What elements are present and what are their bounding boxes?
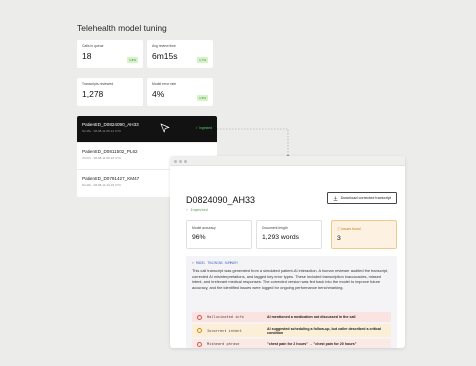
issue-type: Incorrect intent [207, 328, 242, 333]
stat-value: 1,293 words [262, 234, 300, 241]
issue-type: Misheard phrase [207, 342, 240, 346]
window-title-bar [170, 156, 405, 166]
summary-label: > MODEL TRAINING SUMMARY [192, 261, 239, 265]
stat-issues-found[interactable]: ⓘ Issues found 3 [331, 220, 397, 249]
window-dot[interactable] [184, 159, 187, 163]
issue-row-incorrect-intent[interactable]: Incorrect intent AI suggested scheduling… [192, 324, 391, 337]
issue-description: AI mentioned a medication not discussed … [267, 315, 356, 319]
window-dot[interactable] [179, 159, 182, 163]
transcript-detail-window: D0824090_AH33 ✓ Ingested Download correc… [170, 156, 405, 348]
training-summary-panel: > MODEL TRAINING SUMMARY This call trans… [186, 256, 397, 348]
stat-document-length: Document length 1,293 words [256, 220, 322, 249]
issue-type: Hallucinated info [207, 315, 244, 319]
download-label: Download corrected transcript [340, 196, 391, 200]
stat-label: Document length [262, 226, 288, 230]
issue-description: AI suggested scheduling a follow-up, but… [267, 326, 382, 335]
download-icon [333, 196, 337, 201]
stat-value: 96% [192, 234, 206, 241]
issue-row-hallucinated-info[interactable]: Hallucinated info AI mentioned a medicat… [192, 312, 391, 322]
stat-value: 3 [337, 235, 341, 242]
issue-icon [197, 314, 202, 320]
detail-status: ✓ Ingested [186, 208, 208, 212]
stat-label: ⓘ Issues found [337, 227, 361, 231]
issues-label-text: Issues found [341, 227, 361, 231]
issue-icon [197, 328, 202, 333]
download-button[interactable]: Download corrected transcript [326, 192, 397, 204]
issue-description: "chest pain for 2 hours" → "chest pain f… [267, 342, 357, 346]
issue-row-misheard-phrase[interactable]: Misheard phrase "chest pain for 2 hours"… [192, 339, 391, 348]
window-dot[interactable] [174, 159, 177, 163]
stat-model-accuracy: Model accuracy 96% [186, 220, 252, 249]
stat-label: Model accuracy [192, 226, 216, 230]
detail-title: D0824090_AH33 [186, 195, 256, 205]
summary-text: This call transcript was generated from … [192, 268, 389, 290]
issue-icon [197, 341, 202, 347]
